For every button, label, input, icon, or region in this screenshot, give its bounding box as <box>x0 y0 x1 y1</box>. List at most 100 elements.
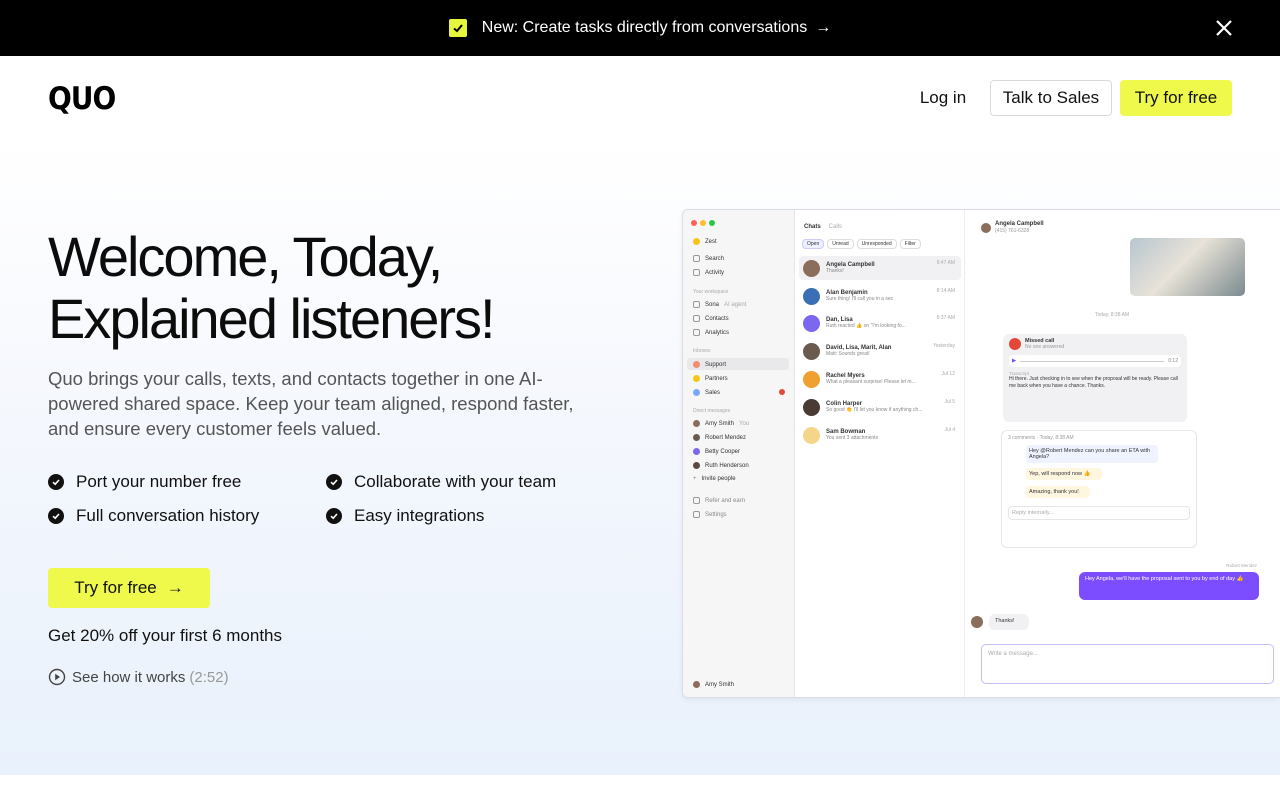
inboxes-heading: Inboxes <box>693 348 711 354</box>
see-how-it-works-link[interactable]: See how it works (2:52) <box>48 668 229 686</box>
missed-call-card: Missed call No one answered ▶ 0:12 Transc… <box>1003 334 1187 422</box>
mock-conversation-list: Chats Calls Open Unread Unresponded Filter … <box>795 210 965 697</box>
mock-settings: Settings <box>693 511 727 518</box>
play-circle-icon <box>48 668 66 686</box>
list-item: Dan, Lisa Ruth reacted 👍 on "I'm looking … <box>803 312 959 334</box>
mock-dm: Robert Mendez <box>693 434 746 441</box>
mock-refer: Refer and earn <box>693 497 745 504</box>
user-name: Amy Smith <box>705 681 735 688</box>
outgoing-message: Hey Angela, we'll have the proposal sent… <box>1079 572 1259 600</box>
feature-label: Full conversation history <box>76 506 260 525</box>
plus-icon: + <box>693 476 697 482</box>
avatar <box>803 426 820 444</box>
feature-label: Easy integrations <box>354 506 485 525</box>
mock-sidebar: Zest Search Activity Your workspace Sona… <box>683 210 795 697</box>
contacts-label: Contacts <box>705 315 729 322</box>
video-duration: (2:52) <box>189 668 229 686</box>
app-screenshot: Zest Search Activity Your workspace Sona… <box>682 209 1280 698</box>
search-label: Search <box>705 255 725 262</box>
item-time: Jul 5 <box>944 399 955 405</box>
hero-headline: Welcome, Today, Explained listeners! <box>48 226 608 350</box>
mock-invite: + Invite people <box>693 476 736 482</box>
item-time: Jul 12 <box>941 371 955 377</box>
list-item: Angela Campbell Thanks! 9:47 AM <box>803 257 959 279</box>
avatar <box>693 434 700 441</box>
filter-pill: Unresponded <box>856 239 897 249</box>
partners-label: Partners <box>705 375 728 382</box>
mock-chat-pane: Angela Campbell (415) 761-6328 Today, 8:… <box>965 210 1280 697</box>
chat-contact-phone: (415) 761-6328 <box>995 228 1030 234</box>
item-preview: What a pleasant surprise! Please let m..… <box>826 379 916 385</box>
comment-thread: 3 comments · Today, 8:38 AM Hey @Robert … <box>1001 430 1197 548</box>
logo[interactable]: QUO <box>48 80 116 116</box>
item-preview: Thanks! <box>826 268 844 274</box>
announcement-bar[interactable]: New: Create tasks directly from conversa… <box>0 0 1280 56</box>
check-circle-icon <box>48 508 64 524</box>
avatar <box>693 420 700 427</box>
avatar <box>971 616 983 628</box>
dm-heading: Direct messages <box>693 408 731 414</box>
announcement-text[interactable]: New: Create tasks directly from conversa… <box>482 19 807 37</box>
chart-icon <box>693 329 700 336</box>
mock-partners: Partners <box>693 375 728 382</box>
sona-label: Sona <box>705 301 720 308</box>
close-icon[interactable] <box>1212 16 1236 40</box>
window-zoom-dot <box>709 220 715 226</box>
talk-to-sales-button[interactable]: Talk to Sales <box>990 80 1112 116</box>
sona-tag: AI agent <box>724 301 747 308</box>
audio-progress <box>1020 360 1165 362</box>
thread-comment: Yep, will respond now 👍 <box>1026 468 1102 480</box>
list-item: Alan Benjamin Sure thing! I'll call you i… <box>803 285 959 307</box>
item-time: 9:47 AM <box>936 260 955 266</box>
incoming-message: Thanks! <box>989 614 1029 630</box>
checkbox-icon <box>448 19 467 37</box>
mock-dm: Betty Cooper <box>693 448 740 455</box>
reply-input: Reply internally... <box>1008 506 1190 520</box>
feature-item: Easy integrations <box>326 506 484 526</box>
item-preview: Ruth reacted 👍 on "I'm looking fo... <box>826 323 906 329</box>
avatar <box>803 259 820 277</box>
gear-icon <box>693 511 700 518</box>
transcript-text: Hi there. Just checking in to see when t… <box>1009 376 1178 389</box>
audio-player: ▶ 0:12 <box>1009 355 1181 367</box>
item-time: Yesterday <box>932 343 955 349</box>
item-time: 6:37 AM <box>936 315 955 321</box>
list-tabs: Chats Calls <box>804 224 842 230</box>
avatar <box>803 314 820 332</box>
mock-support: Support <box>693 361 726 368</box>
analytics-label: Analytics <box>705 329 730 336</box>
try-for-free-button[interactable]: Try for free <box>1120 80 1232 116</box>
dm-name: Amy Smith <box>705 420 735 427</box>
mock-sona: Sona AI agent <box>693 301 746 308</box>
message-composer: Write a message... <box>981 644 1274 684</box>
sales-icon <box>693 389 700 396</box>
login-link[interactable]: Log in <box>906 80 980 116</box>
date-divider: Today, 8:38 AM <box>1095 312 1130 318</box>
tab-chats: Chats <box>804 224 821 230</box>
window-close-dot <box>691 220 697 226</box>
settings-label: Settings <box>705 511 727 518</box>
refer-label: Refer and earn <box>705 497 746 504</box>
filter-pill: Open <box>802 239 825 249</box>
avatar <box>693 462 700 469</box>
item-time: 8:14 AM <box>936 288 955 294</box>
list-item: Rachel Myers What a pleasant surprise! Pl… <box>803 368 959 390</box>
support-label: Support <box>705 361 727 368</box>
sales-label: Sales <box>705 389 721 396</box>
check-circle-icon <box>326 474 342 490</box>
item-preview: Sure thing! I'll call you in a sec <box>826 296 894 302</box>
contacts-icon <box>693 315 700 322</box>
mock-workspace: Zest <box>693 238 717 245</box>
cta-label: Try for free <box>74 578 157 597</box>
hero-try-for-free-button[interactable]: Try for free → <box>48 568 210 608</box>
arrow-right-icon: → <box>815 19 832 36</box>
mock-dm: Ruth Henderson <box>693 462 749 469</box>
avatar <box>693 448 700 455</box>
mock-dm: Amy Smith You <box>693 420 749 427</box>
partners-icon <box>693 375 700 382</box>
mock-sales: Sales <box>693 389 720 396</box>
feature-item: Full conversation history <box>48 506 259 526</box>
support-icon <box>693 361 700 368</box>
avatar <box>803 398 820 416</box>
mock-contacts: Contacts <box>693 315 729 322</box>
